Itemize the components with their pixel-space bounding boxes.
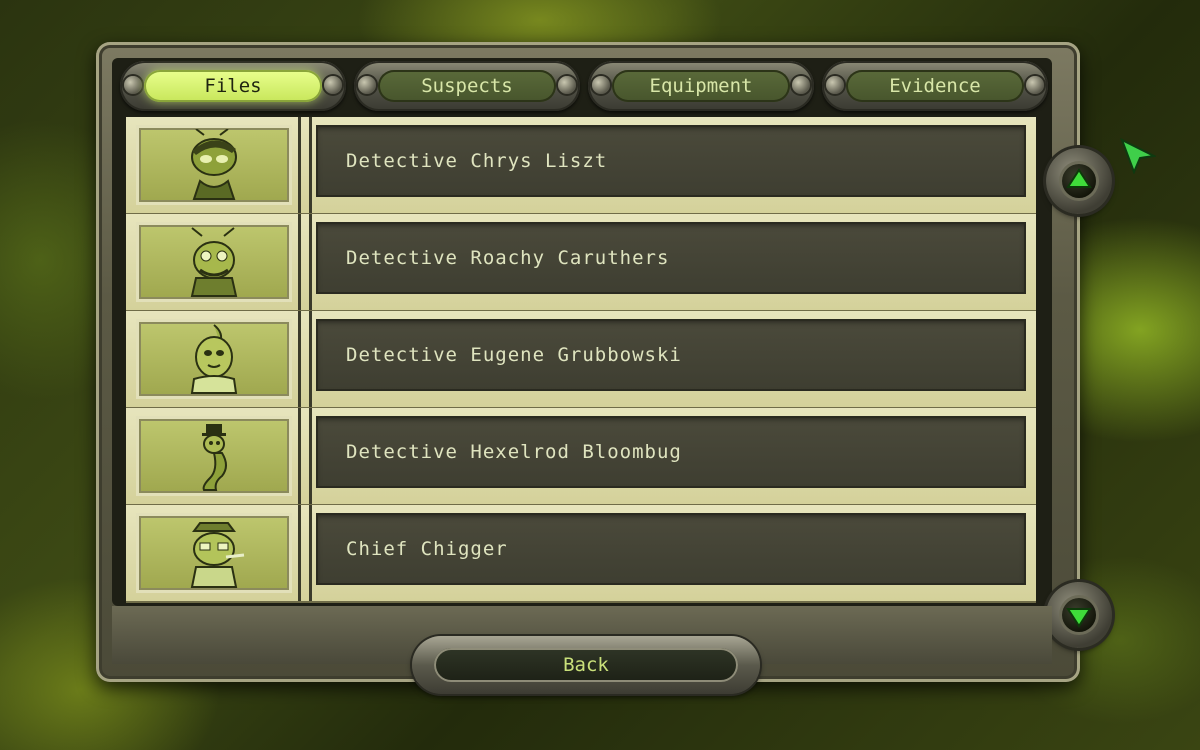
grub-detective-portrait-icon <box>190 324 238 394</box>
file-name-box[interactable]: Detective Chrys Liszt <box>316 125 1026 197</box>
portrait-frame <box>136 222 292 302</box>
ant-detective-portrait-icon <box>191 129 237 200</box>
file-row[interactable]: Detective Eugene Grubbowski <box>126 311 1036 409</box>
tab-files[interactable]: Files <box>120 61 346 111</box>
tab-equipment[interactable]: Equipment <box>588 61 814 111</box>
cursor-icon <box>1120 138 1156 174</box>
tab-label: Files <box>144 70 322 102</box>
file-row[interactable]: Chief Chigger <box>126 505 1036 603</box>
row-divider <box>298 214 312 310</box>
scroll-up-arrow-icon <box>1066 168 1092 188</box>
file-name: Detective Roachy Caruthers <box>346 247 670 269</box>
tab-label: Equipment <box>612 70 790 102</box>
scroll-up-button[interactable] <box>1046 148 1112 214</box>
tab-evidence[interactable]: Evidence <box>822 61 1048 111</box>
portrait-frame <box>136 125 292 205</box>
scroll-down-arrow-icon <box>1066 608 1092 628</box>
portrait-frame <box>136 416 292 496</box>
tab-rivet-icon <box>358 76 376 94</box>
file-row[interactable]: Detective Hexelrod Bloombug <box>126 408 1036 506</box>
portrait-frame <box>136 319 292 399</box>
row-divider <box>298 408 312 504</box>
chigger-chief-portrait-icon <box>190 522 245 588</box>
file-name: Detective Chrys Liszt <box>346 150 608 172</box>
back-button-label: Back <box>434 648 738 682</box>
tab-rivet-icon <box>792 76 810 94</box>
file-row[interactable]: Detective Chrys Liszt <box>126 117 1036 215</box>
file-row[interactable]: Detective Roachy Caruthers <box>126 214 1036 312</box>
tab-rivet-icon <box>324 76 342 94</box>
file-name-box[interactable]: Detective Eugene Grubbowski <box>316 319 1026 391</box>
file-name: Chief Chigger <box>346 538 508 560</box>
worm-detective-portrait-icon <box>202 424 227 491</box>
portrait-frame <box>136 513 292 593</box>
file-list: Detective Chrys Liszt Detective Roachy C… <box>126 117 1036 603</box>
tab-rivet-icon <box>592 76 610 94</box>
tab-rivet-icon <box>1026 76 1044 94</box>
tab-rivet-icon <box>124 76 142 94</box>
back-button[interactable]: Back <box>412 636 760 694</box>
tab-label: Suspects <box>378 70 556 102</box>
tab-label: Evidence <box>846 70 1024 102</box>
file-name-box[interactable]: Chief Chigger <box>316 513 1026 585</box>
roach-detective-portrait-icon <box>190 227 238 297</box>
tab-rivet-icon <box>826 76 844 94</box>
row-divider <box>298 311 312 407</box>
row-divider <box>298 505 312 601</box>
tab-rivet-icon <box>558 76 576 94</box>
row-divider <box>298 117 312 213</box>
file-name: Detective Eugene Grubbowski <box>346 344 682 366</box>
file-name: Detective Hexelrod Bloombug <box>346 441 682 463</box>
tab-suspects[interactable]: Suspects <box>354 61 580 111</box>
file-name-box[interactable]: Detective Hexelrod Bloombug <box>316 416 1026 488</box>
scroll-down-button[interactable] <box>1046 582 1112 648</box>
file-name-box[interactable]: Detective Roachy Caruthers <box>316 222 1026 294</box>
